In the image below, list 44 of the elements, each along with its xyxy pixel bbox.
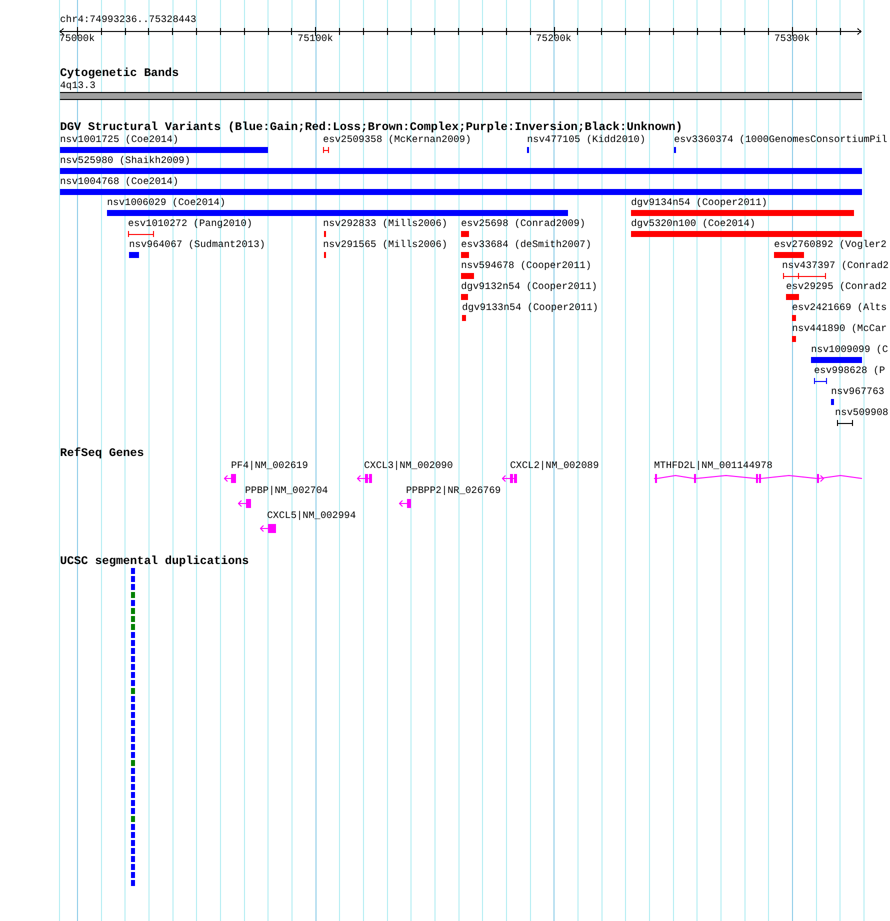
tick-label: 75300k <box>774 33 810 45</box>
gene-label: MTHFD2L|NM_001144978 <box>654 460 773 472</box>
variant-label: nsv291565 (Mills2006) <box>323 238 448 250</box>
track-title: UCSC segmental duplications <box>60 554 249 568</box>
variant-label: esv2421669 (Alts <box>792 302 887 314</box>
track-title: RefSeq Genes <box>60 446 144 460</box>
variant-label: dgv9133n54 (Cooper2011) <box>462 302 598 314</box>
variant-label: esv33684 (deSmith2007) <box>461 238 592 250</box>
variant-label: dgv9132n54 (Cooper2011) <box>461 280 598 292</box>
variant-label: nsv525980 (Shaikh2009) <box>60 154 190 166</box>
variant-label: nsv477105 (Kidd2010) <box>527 134 646 146</box>
variant-label: nsv509908 <box>835 406 888 418</box>
variant-label: nsv964067 (Sudmant2013) <box>129 238 266 250</box>
variant-label: dgv9134n54 (Cooper2011) <box>631 196 768 208</box>
track-title: Cytogenetic Bands <box>60 66 179 80</box>
track-title: DGV Structural Variants (Blue:Gain;Red:Loss;Brown:Complex;Purple:Inversion;Black:Unknown) <box>60 120 683 134</box>
variant-label: nsv441890 (McCar <box>792 322 887 334</box>
variant-label: nsv1009099 (C <box>811 344 888 356</box>
variant-label: esv3360374 (1000GenomesConsortiumPil <box>674 134 888 146</box>
gene-label: PF4|NM_002619 <box>231 460 308 472</box>
variant-label: nsv1004768 (Coe2014) <box>60 176 179 188</box>
variant-label: nsv292833 (Mills2006) <box>323 218 448 230</box>
variant-label: nsv967763 <box>831 386 884 398</box>
gene-label: CXCL3|NM_002090 <box>364 460 453 472</box>
region-label: chr4:74993236..75328443 <box>60 14 196 26</box>
tick-label: 75200k <box>536 33 572 45</box>
gene-label: PPBPP2|NR_026769 <box>406 484 501 496</box>
variant-label: nsv1001725 (Coe2014) <box>60 134 179 146</box>
gene-label: CXCL2|NM_002089 <box>510 460 599 472</box>
variant-label: nsv594678 (Cooper2011) <box>461 260 592 272</box>
gene-label: CXCL5|NM_002994 <box>267 510 356 522</box>
tick-label: 75000k <box>59 33 95 45</box>
band-label: 4q13.3 <box>60 80 96 92</box>
variant-label: esv2509358 (McKernan2009) <box>323 134 472 146</box>
variant-label: dgv5320n100 (Coe2014) <box>631 218 756 230</box>
variant-label: esv998628 (P <box>814 364 886 376</box>
variant-label: esv29295 (Conrad2 <box>786 280 887 292</box>
gene-label: PPBP|NM_002704 <box>245 484 328 496</box>
variant-label: nsv437397 (Conrad2 <box>782 260 889 272</box>
variant-label: nsv1006029 (Coe2014) <box>107 196 226 208</box>
variant-label: esv1010272 (Pang2010) <box>128 218 252 230</box>
tick-label: 75100k <box>298 33 334 45</box>
variant-label: esv2760892 (Vogler2 <box>774 238 887 250</box>
variant-label: esv25698 (Conrad2009) <box>461 218 586 230</box>
